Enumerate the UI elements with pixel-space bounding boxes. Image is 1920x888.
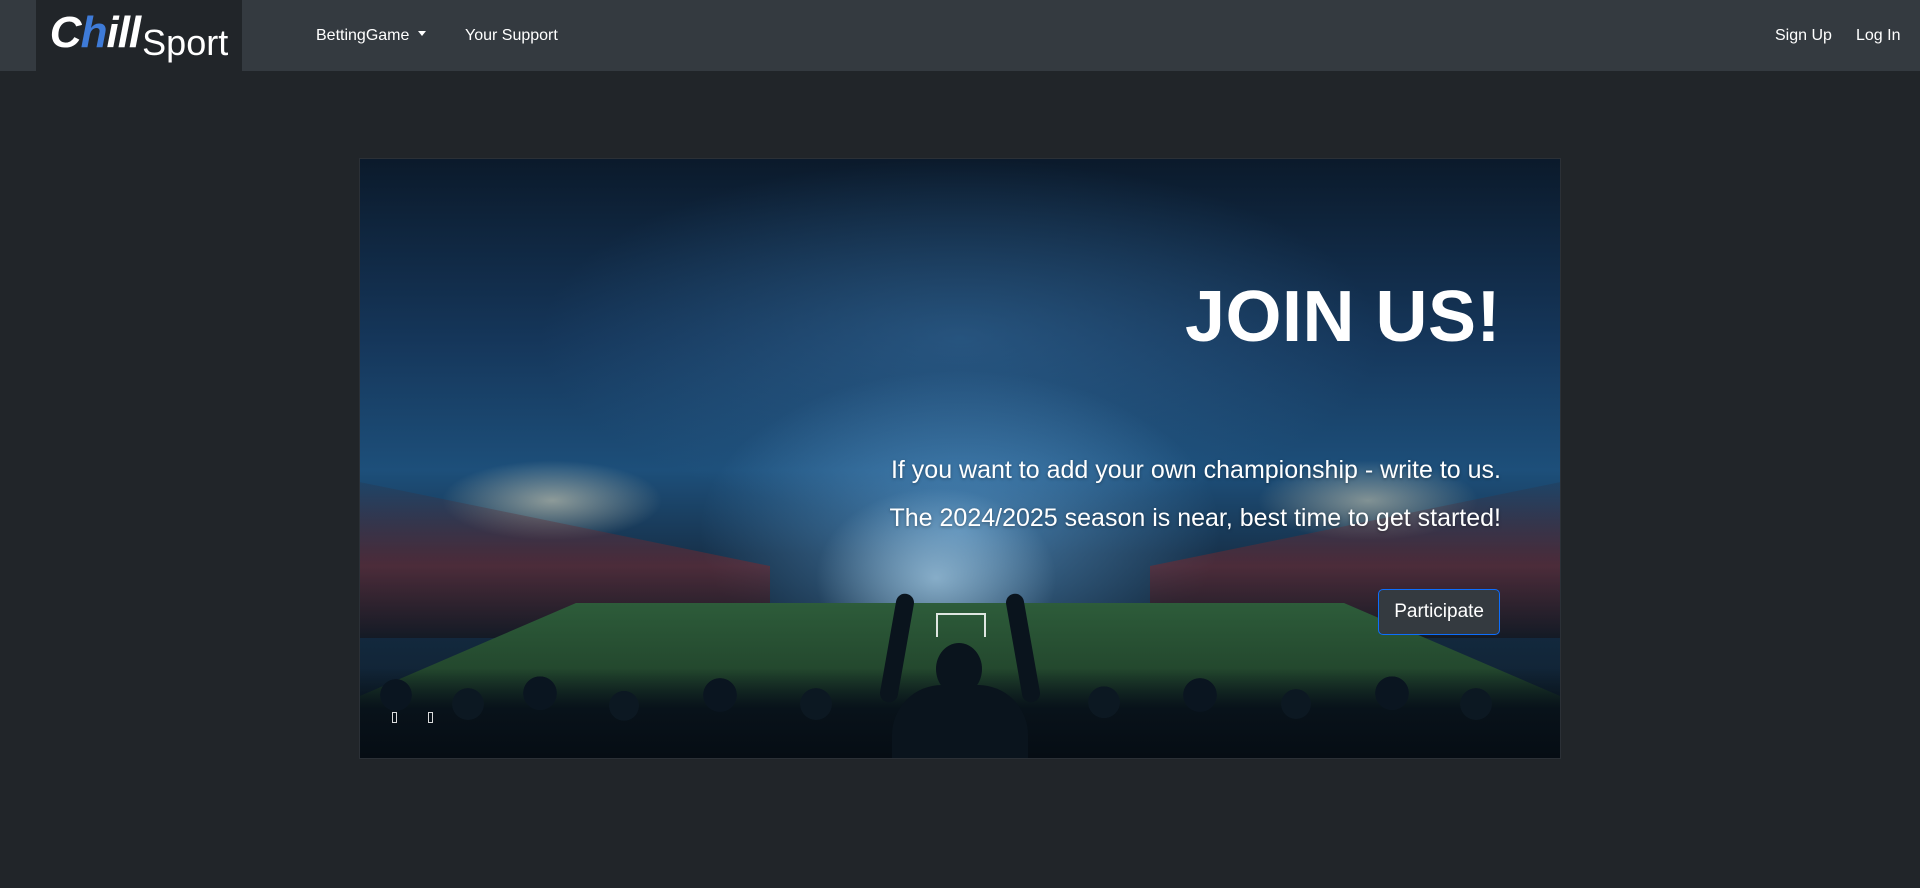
brand-sport-text: Sport [142, 22, 229, 63]
betting-game-dropdown[interactable]: BettingGame [316, 0, 427, 71]
fan-arm-right [1004, 592, 1042, 704]
fan-arm-left [878, 592, 916, 704]
cheering-fan [870, 592, 1050, 758]
brand-chill-text: Chill [49, 8, 141, 57]
fan-body [892, 685, 1028, 758]
betting-game-label: BettingGame [316, 27, 410, 44]
log-in-link[interactable]: Log In [1856, 0, 1900, 71]
your-support-link[interactable]: Your Support [465, 0, 558, 71]
participate-button[interactable]: Participate [1378, 589, 1500, 635]
carousel-next-control[interactable] [422, 707, 438, 727]
top-navbar: Chill Sport BettingGame Your Support Sign… [0, 0, 1920, 71]
sign-up-link[interactable]: Sign Up [1775, 0, 1832, 71]
brand-logo[interactable]: Chill Sport [36, 0, 242, 71]
hero-text-championship: If you want to add your own championship… [890, 456, 1501, 484]
next-control-icon [427, 711, 433, 723]
hero-title: JOIN US! [1184, 277, 1501, 357]
carousel-prev-control[interactable] [386, 707, 402, 727]
caret-down-icon [418, 31, 427, 37]
prev-control-icon [391, 711, 397, 723]
hero-text-season: The 2024/2025 season is near, best time … [889, 504, 1502, 532]
hero-carousel: JOIN US! If you want to add your own cha… [359, 158, 1561, 759]
